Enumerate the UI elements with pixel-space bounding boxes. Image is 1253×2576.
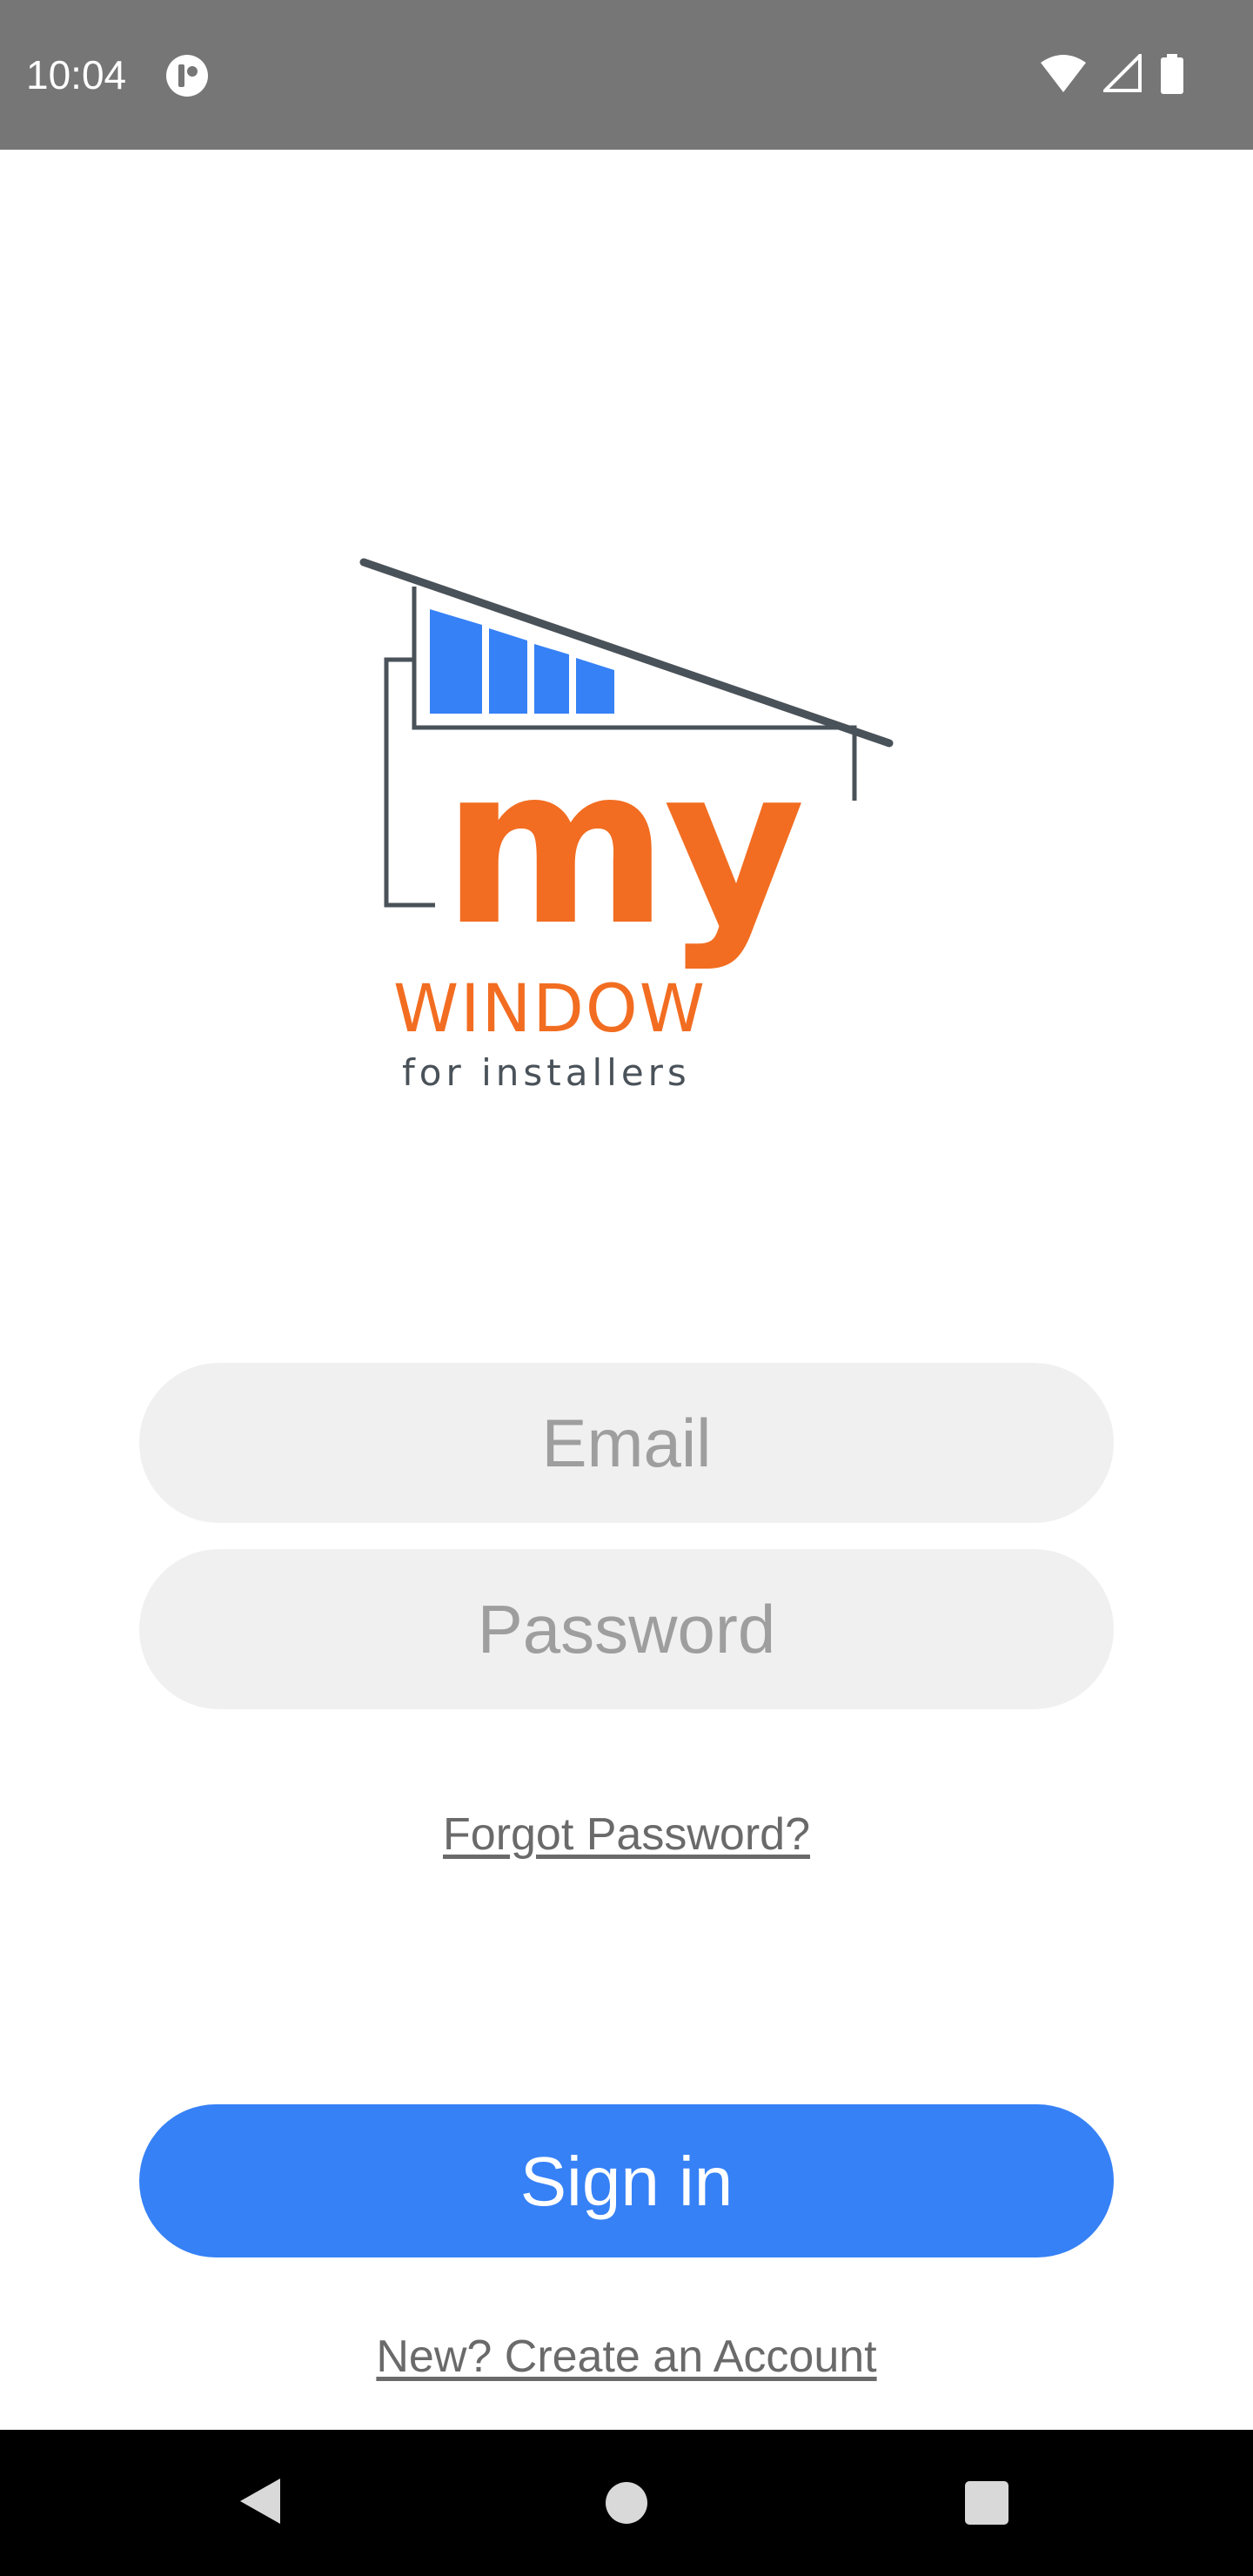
app-notification-icon (165, 54, 209, 97)
status-bar: 10:04 (0, 0, 1253, 150)
app-logo: my WINDOW for installers (357, 548, 896, 1105)
email-field[interactable] (139, 1363, 1114, 1523)
sign-in-button[interactable]: Sign in (139, 2104, 1114, 2257)
cell-signal-icon (1103, 54, 1142, 92)
wifi-icon (1041, 55, 1086, 92)
status-time: 10:04 (26, 52, 127, 97)
battery-icon (1161, 54, 1183, 94)
recents-icon[interactable] (964, 2480, 1009, 2526)
navigation-bar (0, 2430, 1253, 2576)
forgot-password-link[interactable]: Forgot Password? (0, 1807, 1253, 1862)
logo-tagline: for installers (402, 1051, 691, 1094)
password-field[interactable] (139, 1549, 1114, 1709)
home-icon[interactable] (604, 2480, 649, 2526)
logo-brand-text: WINDOW (393, 969, 707, 1047)
login-screen: 10:04 my WINDOW for installers Email For… (0, 0, 1253, 2576)
logo-my-text: my (442, 720, 805, 973)
back-icon[interactable] (237, 2475, 284, 2527)
create-account-link[interactable]: New? Create an Account (0, 2329, 1253, 2385)
